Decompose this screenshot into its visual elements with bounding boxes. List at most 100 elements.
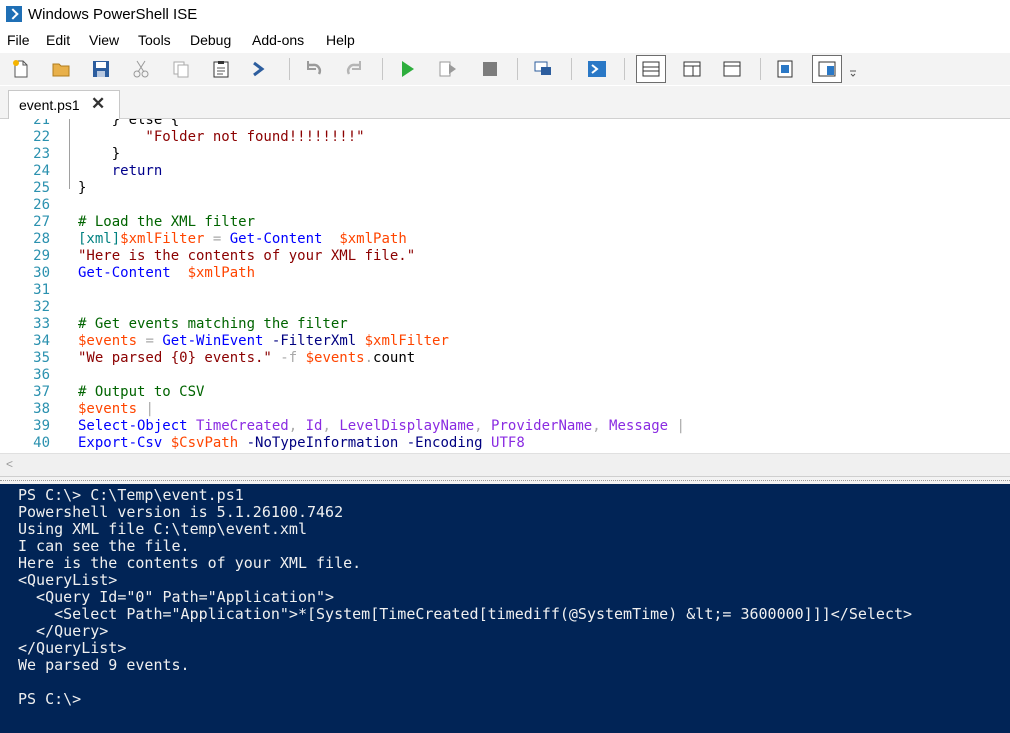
undo-icon[interactable] [302,57,326,81]
code-token: return [111,163,163,179]
layout-maximized-icon[interactable] [720,57,744,81]
cut-icon[interactable] [129,57,153,81]
code-token: Select-Object [78,418,188,434]
code-line: } else { [78,119,179,129]
save-icon[interactable] [89,57,113,81]
powershell-icon[interactable] [585,57,609,81]
code-token: | [668,418,685,434]
code-token: . [364,350,374,366]
console-pane[interactable]: PS C:\> C:\Temp\event.ps1 Powershell vers… [0,484,1010,733]
line-number: 33 [33,316,50,332]
code-token: $xmlFilter [364,333,449,349]
new-file-icon[interactable] [9,57,33,81]
run-selection-icon[interactable] [436,57,460,81]
code-line: # Get events matching the filter [78,316,348,333]
code-token: Export-Csv [78,435,163,451]
code-token: $events [78,401,138,417]
stop-icon[interactable] [478,57,502,81]
line-number: 39 [33,418,50,434]
menu-file[interactable]: File [7,32,30,48]
code-token: "Here is the contents of your XML file." [78,248,416,264]
console-line: <QueryList> [18,571,118,589]
console-line: </Query> [18,622,109,640]
menu-debug[interactable]: Debug [190,32,231,48]
code-token: } [78,180,87,196]
toolbar [0,53,1010,85]
line-number: 31 [33,282,50,298]
code-token: Id [305,418,323,434]
console-line: I can see the file. [18,537,190,555]
line-number: 30 [33,265,50,281]
line-number: 29 [33,248,50,264]
line-number: 37 [33,384,50,400]
menu-tools[interactable]: Tools [138,32,171,48]
code-token: = [137,333,163,349]
run-icon[interactable] [395,57,419,81]
code-token: -NoTypeInformation -Encoding [238,435,492,451]
code-token: Get-Content [78,265,171,281]
code-line: Get-Content $xmlPath [78,265,255,282]
code-token: $events [305,350,365,366]
line-number: 27 [33,214,50,230]
menu-view[interactable]: View [89,32,119,48]
code-token: , [474,418,492,434]
horizontal-scrollbar[interactable]: < [0,453,1010,476]
line-number: 23 [33,146,50,162]
commands-icon[interactable] [773,57,797,81]
line-number: 35 [33,350,50,366]
code-token: LevelDisplayName [339,418,475,434]
code-line: "Folder not found!!!!!!!!" [78,129,365,146]
tab-label: event.ps1 [19,97,80,113]
code-line: } [78,180,86,197]
code-token: # Output to CSV [78,384,205,400]
remote-tab-icon[interactable] [531,57,555,81]
code-line: } [78,146,120,163]
code-token: , [322,418,340,434]
powershell-prompt-icon[interactable] [249,57,273,81]
code-token: Message [609,418,669,434]
line-number: 34 [33,333,50,349]
script-editor[interactable]: 21 22 23 24 25 26 27 28 29 30 31 32 33 34 35 36 37 38 39 40… [0,119,1010,453]
code-line: "We parsed {0} events." -f $events.count [78,350,415,367]
layout-top-icon[interactable] [636,55,666,83]
console-line: We parsed 9 events. [18,656,190,674]
tab-event-ps1[interactable]: event.ps1 ✕ [8,90,120,119]
code-token: # Load the XML filter [78,214,256,230]
line-number: 36 [33,367,50,383]
code-token: count [373,350,416,366]
menu-add-ons[interactable]: Add-ons [252,32,304,48]
code-token: } else { [78,119,180,128]
copy-icon[interactable] [169,57,193,81]
console-line: Here is the contents of your XML file. [18,554,362,572]
console-line: Powershell version is 5.1.26100.7462 [18,503,344,521]
code-token: $xmlFilter [120,231,205,247]
menu-edit[interactable]: Edit [46,32,70,48]
code-token: TimeCreated [187,418,289,434]
code-token: , [288,418,306,434]
code-token: $CsvPath [170,435,239,451]
paste-icon[interactable] [209,57,233,81]
code-line: $events | [78,401,154,418]
open-folder-icon[interactable] [49,57,73,81]
code-line: # Output to CSV [78,384,204,401]
toolbar-overflow-icon[interactable] [846,57,860,81]
scroll-left-icon[interactable]: < [6,457,13,471]
line-number: 38 [33,401,50,417]
code-token: "Folder not found!!!!!!!!" [78,129,365,145]
code-token: UTF8 [491,435,525,451]
code-token: $events [78,333,138,349]
layout-right-icon[interactable] [680,57,704,81]
console-line: Using XML file C:\temp\event.xml [18,520,307,538]
redo-icon[interactable] [342,57,366,81]
close-icon[interactable]: ✕ [91,94,105,114]
tab-strip: event.ps1 ✕ [0,86,1010,119]
show-addon-icon[interactable] [812,55,842,83]
line-number: 25 [33,180,50,196]
code-line: return [78,163,163,180]
line-number: 21 [33,119,50,128]
menu-bar: File Edit View Tools Debug Add-ons Help [0,30,1010,52]
menu-help[interactable]: Help [326,32,355,48]
